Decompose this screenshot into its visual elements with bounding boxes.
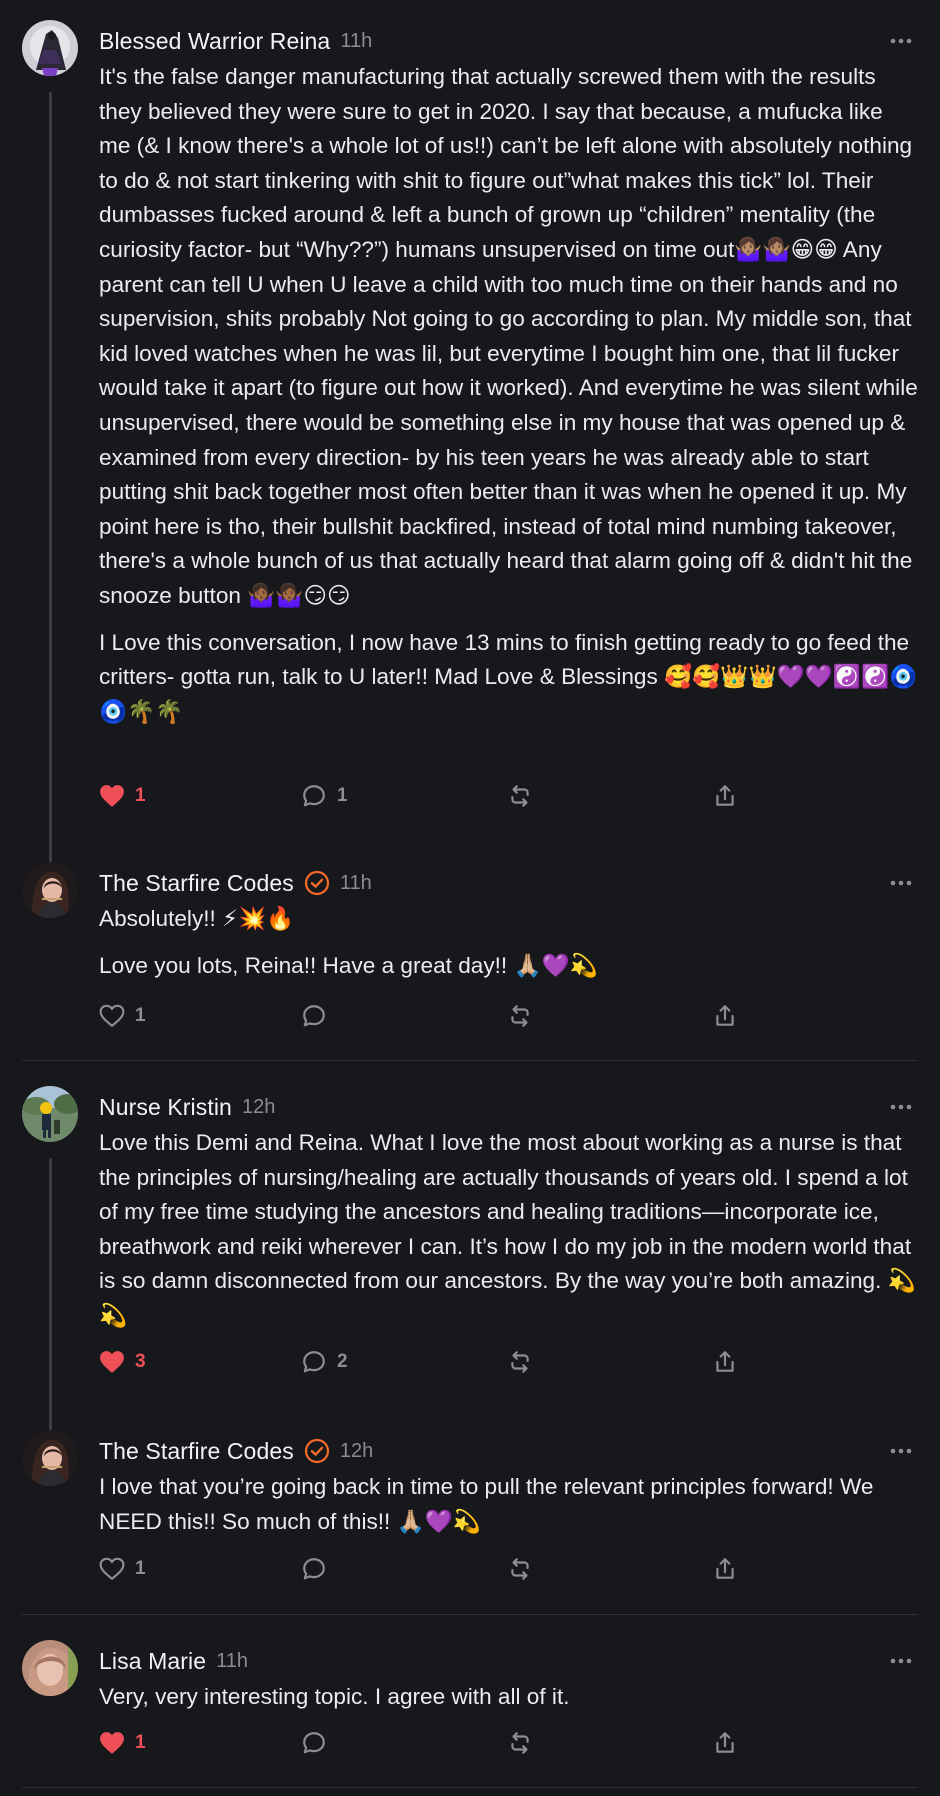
more-options-button[interactable]	[884, 1434, 918, 1468]
avatar[interactable]	[22, 862, 78, 918]
timestamp[interactable]: 12h	[242, 1096, 275, 1119]
divider	[22, 1060, 918, 1061]
reply-button[interactable]	[301, 1725, 327, 1761]
heart-icon	[99, 1557, 125, 1580]
verified-badge-icon	[304, 870, 330, 896]
thread-line	[49, 92, 52, 872]
comment-text: Very, very interesting topic. I agree wi…	[99, 1680, 918, 1715]
author-name[interactable]: The Starfire Codes	[99, 1438, 294, 1465]
timestamp[interactable]: 12h	[340, 1440, 373, 1463]
like-count: 3	[135, 1351, 146, 1372]
heart-icon	[100, 1732, 124, 1754]
reply-button[interactable]: 1	[301, 778, 348, 814]
comment-paragraph: Absolutely!! ⚡💥🔥	[99, 906, 295, 931]
reply-button[interactable]: 2	[301, 1344, 348, 1380]
repost-button[interactable]	[507, 998, 533, 1034]
comment-text: Love this Demi and Reina. What I love th…	[99, 1126, 918, 1334]
share-button[interactable]	[712, 1725, 738, 1761]
comment-bubble-icon	[303, 1005, 325, 1027]
more-horizontal-icon	[890, 1658, 912, 1664]
comment-bubble-icon	[303, 785, 325, 807]
like-count: 1	[135, 1558, 146, 1579]
repost-button[interactable]	[507, 778, 533, 814]
comment-paragraph: I love that you’re going back in time to…	[99, 1474, 874, 1534]
author-name[interactable]: Blessed Warrior Reina	[99, 28, 330, 55]
reply-count: 2	[337, 1351, 348, 1372]
comment-text: It's the false danger manufacturing that…	[99, 60, 918, 729]
share-button[interactable]	[712, 778, 738, 814]
comment-bubble-icon	[303, 1351, 325, 1373]
repost-icon	[511, 1558, 529, 1580]
like-button[interactable]: 3	[99, 1344, 146, 1380]
repost-icon	[511, 1351, 529, 1373]
repost-button[interactable]	[507, 1725, 533, 1761]
more-horizontal-icon	[890, 38, 912, 44]
share-button[interactable]	[712, 1344, 738, 1380]
avatar[interactable]	[22, 1430, 78, 1486]
share-button[interactable]	[712, 1551, 738, 1587]
comment-paragraph: Love you lots, Reina!! Have a great day!…	[99, 952, 598, 978]
author-name[interactable]: Lisa Marie	[99, 1648, 206, 1675]
timestamp[interactable]: 11h	[340, 872, 372, 895]
like-count: 1	[135, 1732, 146, 1753]
action-bar: 1 1	[99, 778, 799, 814]
more-options-button[interactable]	[884, 866, 918, 900]
like-button[interactable]: 1	[99, 1551, 146, 1587]
comment-bubble-icon	[303, 1732, 325, 1754]
heart-icon	[100, 785, 124, 807]
heart-icon	[100, 1351, 124, 1373]
share-icon	[716, 785, 734, 806]
avatar[interactable]	[22, 1640, 78, 1696]
comment: Nurse Kristin 12h Love this Demi and Rei…	[22, 1086, 918, 1444]
comment-paragraph: Very, very interesting topic. I agree wi…	[99, 1684, 570, 1709]
like-button[interactable]: 1	[99, 778, 146, 814]
divider	[22, 1787, 918, 1788]
share-icon	[716, 1558, 734, 1579]
more-options-button[interactable]	[884, 24, 918, 58]
more-horizontal-icon	[890, 1448, 912, 1454]
timestamp[interactable]: 11h	[340, 30, 372, 53]
verified-badge-icon	[304, 1438, 330, 1464]
comment-paragraph: Love this Demi and Reina. What I love th…	[99, 1130, 916, 1328]
timestamp[interactable]: 11h	[216, 1650, 248, 1673]
repost-button[interactable]	[507, 1551, 533, 1587]
action-bar: 3 2	[99, 1344, 799, 1380]
comment-text: I love that you’re going back in time to…	[99, 1470, 918, 1539]
action-bar: 1	[99, 1725, 799, 1761]
more-options-button[interactable]	[884, 1644, 918, 1678]
more-horizontal-icon	[890, 880, 912, 886]
author-name[interactable]: The Starfire Codes	[99, 870, 294, 897]
share-icon	[716, 1005, 734, 1026]
like-count: 1	[135, 1005, 146, 1026]
repost-icon	[511, 1732, 529, 1754]
divider	[22, 1614, 918, 1615]
comment-text: Absolutely!! ⚡💥🔥 Love you lots, Reina!! …	[99, 902, 918, 983]
share-button[interactable]	[712, 998, 738, 1034]
share-icon	[716, 1351, 734, 1372]
comment-bubble-icon	[303, 1558, 325, 1580]
more-options-button[interactable]	[884, 1090, 918, 1124]
comment-paragraph: It's the false danger manufacturing that…	[99, 64, 918, 608]
repost-button[interactable]	[507, 1344, 533, 1380]
repost-icon	[511, 785, 529, 807]
comment-paragraph: I Love this conversation, I now have 13 …	[99, 629, 918, 724]
reply-count: 1	[337, 785, 348, 806]
like-button[interactable]: 1	[99, 998, 146, 1034]
thread-line	[49, 1158, 52, 1444]
action-bar: 1	[99, 1551, 799, 1587]
share-icon	[716, 1732, 734, 1753]
comment: The Starfire Codes 12h I love that you’r…	[22, 1430, 918, 1560]
avatar[interactable]	[22, 20, 78, 76]
more-horizontal-icon	[890, 1104, 912, 1110]
author-name[interactable]: Nurse Kristin	[99, 1094, 232, 1121]
reply-button[interactable]	[301, 998, 327, 1034]
repost-icon	[511, 1005, 529, 1027]
action-bar: 1	[99, 998, 799, 1034]
avatar[interactable]	[22, 1086, 78, 1142]
comment: Blessed Warrior Reina 11h It's the false…	[22, 20, 918, 872]
like-button[interactable]: 1	[99, 1725, 146, 1761]
reply-button[interactable]	[301, 1551, 327, 1587]
heart-icon	[99, 1004, 125, 1027]
like-count: 1	[135, 785, 146, 806]
